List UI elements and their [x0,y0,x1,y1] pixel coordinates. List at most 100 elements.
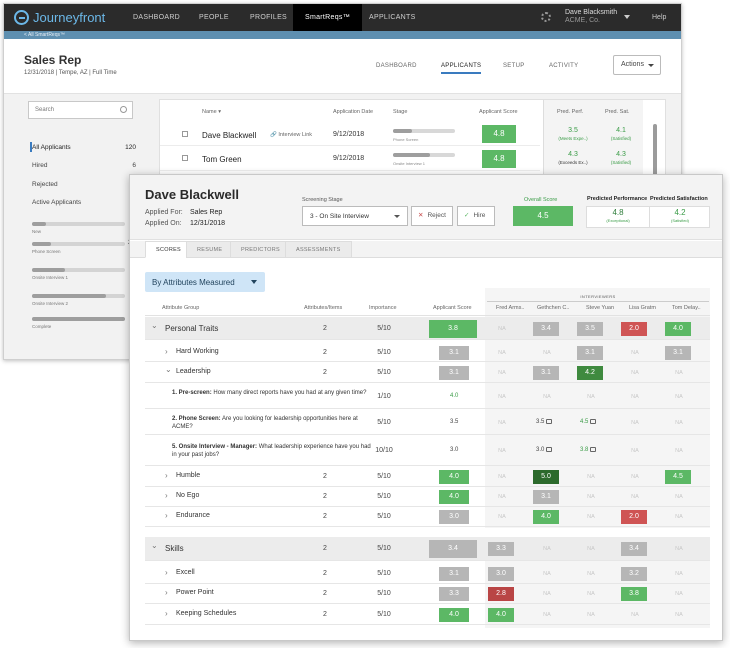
table-row[interactable]: Dave Blackwell 🔗 Interview Link 9/12/201… [160,123,540,146]
nav-dashboard[interactable]: DASHBOARD [133,4,180,31]
chevron-right-icon[interactable]: › [165,588,168,597]
comment-icon[interactable] [546,418,553,424]
tab-scores[interactable]: SCORES [145,241,193,258]
tab-dashboard[interactable]: DASHBOARD [376,63,417,69]
reject-button[interactable]: ✕ Reject [411,206,453,226]
attribute-label: Keeping Schedules [176,609,237,617]
col-stage[interactable]: Stage [393,109,407,115]
table-row[interactable]: Tom Green 9/12/2018 Onsite Interview 1 4… [160,147,540,171]
row-checkbox[interactable] [182,155,188,161]
filter-count: 120 [125,144,136,151]
interviewer-score: 3.3 [488,542,514,556]
attribute-label: Endurance [176,512,210,519]
applied-on: Applied On: 12/31/2018 [145,220,226,227]
interviewer-score: 3.2 [621,567,647,581]
chevron-down-icon[interactable]: ⌄ [151,321,158,330]
tab-activity[interactable]: ACTIVITY [549,63,578,69]
attribute-items-count: 2 [323,369,327,376]
col-pred-perf[interactable]: Pred. Perf. [557,109,583,115]
group-by-dropdown[interactable]: By Attributes Measured [145,272,265,292]
tab-predictors[interactable]: PREDICTORS [230,241,291,258]
chevron-right-icon[interactable]: › [165,491,168,500]
nav-smartreqs[interactable]: SmartReqs™ [293,4,363,31]
chevron-right-icon[interactable]: › [165,347,168,356]
hire-button[interactable]: ✓ Hire [457,206,495,226]
question-row[interactable]: 2. Phone Screen: Are you looking for lea… [145,410,710,435]
comment-icon[interactable] [590,447,597,452]
search-input[interactable]: Search [28,101,133,119]
interview-link[interactable]: 🔗 Interview Link [270,132,312,138]
attribute-items-count: 2 [323,570,327,577]
interviewer-score: 3.0 [536,447,553,453]
attribute-row[interactable]: › Hard Working 2 5/10 3.1 NA NA 3.1 NA 3.1 [145,343,710,362]
interviewer-score-na: NA [498,393,506,400]
comment-icon[interactable] [546,447,553,452]
question-row[interactable]: 5. Onsite Interview - Manager: What lead… [145,436,710,466]
importance-value: 5/10 [377,590,391,597]
attribute-items-count: 2 [323,348,327,356]
nav-people[interactable]: PEOPLE [199,4,229,31]
stage-progress-bar[interactable] [32,268,125,272]
interviewer-score-na: NA [675,370,683,376]
gear-icon[interactable] [541,12,551,22]
chevron-down-icon[interactable]: ⌄ [151,541,158,550]
importance-value: 5/10 [377,610,391,618]
breadcrumb[interactable]: < All SmartReqs™ [4,31,681,39]
attribute-row[interactable]: › Humble 2 5/10 4.0 NA 5.0 NA NA 4.5 [145,467,710,487]
attribute-row[interactable]: › Power Point 2 5/10 3.3 2.8 NA NA 3.8 NA [145,584,710,604]
interviewer-score: 3.1 [533,366,559,380]
attribute-group-row[interactable]: ⌄ Personal Traits 2 5/10 3.8 NA 3.4 3.5 2.0 4.0 [145,317,710,340]
stage-progress-bar[interactable] [32,294,125,298]
attribute-row[interactable]: › Endurance 2 5/10 3.0 NA 4.0 NA 2.0 NA [145,507,710,527]
interviewer-score-na: NA [498,474,506,480]
applicant-name[interactable]: Tom Green [202,155,242,164]
stage-progress-bar[interactable] [32,242,125,246]
attribute-row[interactable]: ⌄ Leadership 2 5/10 3.1 NA 3.1 4.2 NA NA [145,363,710,383]
chevron-down-icon[interactable] [624,15,630,19]
nav-profiles[interactable]: PROFILES [250,4,287,31]
col-pred-sat[interactable]: Pred. Sat. [605,109,629,115]
interviewer-score: 3.4 [533,321,559,336]
col-name[interactable]: Name ▾ [202,109,221,115]
applicant-filter-panel: Search All Applicants 120 Hired 6 Reject… [24,99,136,339]
col-interviewer-5: Tom Delay.. [672,305,701,311]
attribute-items-count: 2 [323,473,327,480]
attribute-group-row[interactable]: ⌄ Skills 2 5/10 3.4 3.3 NA NA 3.4 NA [145,537,710,561]
filter-hired[interactable]: Hired 6 [32,162,136,169]
filter-all-applicants[interactable]: All Applicants 120 [30,142,136,152]
brand-logo[interactable]: Journeyfront [4,10,124,25]
attribute-row[interactable]: › Excell 2 5/10 3.1 3.0 NA NA 3.2 NA [145,564,710,584]
stage-progress-fill [32,294,107,298]
chevron-right-icon[interactable]: › [165,568,168,577]
interviewer-score: 2.0 [621,510,647,524]
tab-applicants[interactable]: APPLICANTS [441,63,482,74]
user-menu[interactable]: Dave Blacksmith ACME, Co. [565,9,617,25]
table-scrollbar[interactable] [653,124,657,179]
chevron-right-icon[interactable]: › [165,511,168,520]
attribute-row[interactable]: › Keeping Schedules 2 5/10 4.0 4.0 NA NA NA NA [145,604,710,625]
question-row[interactable]: 1. Pre-screen: How many direct reports h… [145,384,710,409]
interviewer-score-na: NA [498,448,506,454]
comment-icon[interactable] [590,418,597,424]
nav-applicants[interactable]: APPLICANTS [369,4,416,31]
brand-name: Journeyfront [33,10,106,25]
applicant-name[interactable]: Dave Blackwell [202,131,256,140]
screening-stage-select[interactable]: 3 - On Site Interview [302,206,408,226]
tab-assessments[interactable]: ASSESSMENTS [285,241,352,258]
stage-progress-bar[interactable] [32,222,125,226]
attribute-row[interactable]: › No Ego 2 5/10 4.0 NA 3.1 NA NA NA [145,487,710,507]
row-checkbox[interactable] [182,131,188,137]
filter-rejected[interactable]: Rejected 6 [32,181,136,188]
chevron-down-icon[interactable]: ⌄ [165,365,172,374]
filter-active[interactable]: Active Applicants 6 [32,199,136,206]
chevron-right-icon[interactable]: › [165,471,168,480]
tab-setup[interactable]: SETUP [503,63,525,69]
col-score[interactable]: Applicant Score [479,109,518,115]
chevron-right-icon[interactable]: › [165,609,168,618]
help-link[interactable]: Help [652,14,666,21]
tab-resume[interactable]: RESUME [186,241,234,258]
col-date[interactable]: Application Date [333,109,373,115]
stage-progress-bar[interactable] [32,317,125,321]
col-attributes-items: Attributes/Items [304,305,343,311]
actions-button[interactable]: Actions [613,55,661,75]
